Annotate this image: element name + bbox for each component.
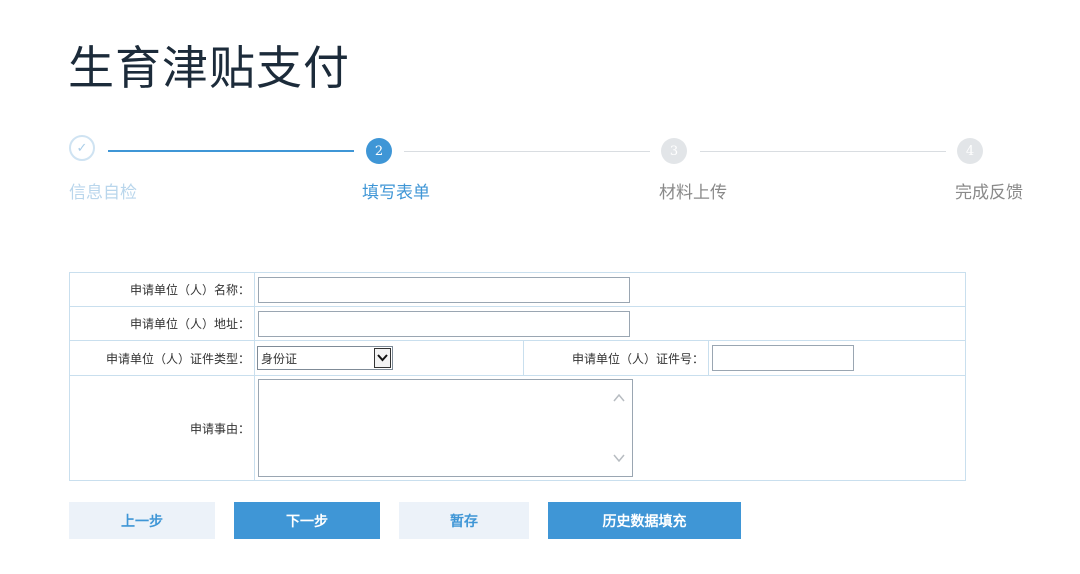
step-3-label: 材料上传	[659, 183, 727, 203]
save-draft-button[interactable]: 暂存	[399, 502, 529, 539]
form-row-reason: 申请事由：	[69, 375, 966, 481]
step-1-label: 信息自检	[69, 183, 137, 203]
name-label: 申请单位（人）名称：	[69, 272, 255, 307]
step-connector-3	[700, 151, 946, 152]
step-connector-2	[404, 151, 650, 152]
id-number-cell	[708, 340, 966, 376]
reason-label: 申请事由：	[69, 375, 255, 481]
id-type-cell: 身份证	[254, 340, 524, 376]
id-number-label: 申请单位（人）证件号：	[523, 340, 709, 376]
reason-textarea[interactable]	[258, 379, 633, 477]
form-row-id: 申请单位（人）证件类型： 身份证 申请单位（人）证件号：	[69, 340, 966, 376]
step-1-check-icon: ✓	[69, 135, 95, 161]
applicant-address-input[interactable]	[258, 310, 630, 337]
step-connector-1	[108, 150, 354, 152]
progress-steps: ✓ 2 3 4 信息自检 填写表单 材料上传 完成反馈	[0, 0, 1080, 220]
id-type-label: 申请单位（人）证件类型：	[69, 340, 255, 376]
id-type-select[interactable]: 身份证	[257, 346, 393, 370]
applicant-name-input[interactable]	[258, 276, 630, 303]
step-4-label: 完成反馈	[955, 183, 1023, 203]
chevron-down-icon[interactable]	[374, 348, 391, 368]
application-form: 申请单位（人）名称： 申请单位（人）地址： 申请单位（人）证件类型： 身份证 申…	[69, 272, 966, 481]
step-3-marker: 3	[661, 138, 687, 164]
id-number-input[interactable]	[712, 345, 854, 371]
reason-cell	[254, 375, 966, 481]
history-fill-button[interactable]: 历史数据填充	[548, 502, 741, 539]
step-2-marker: 2	[366, 138, 392, 164]
scroll-down-icon[interactable]	[613, 450, 625, 466]
next-step-button[interactable]: 下一步	[234, 502, 380, 539]
step-2-label: 填写表单	[362, 183, 430, 203]
form-row-name: 申请单位（人）名称：	[69, 272, 966, 307]
previous-step-button[interactable]: 上一步	[69, 502, 215, 539]
step-4-marker: 4	[957, 138, 983, 164]
scroll-up-icon[interactable]	[613, 390, 625, 406]
name-cell	[254, 272, 966, 307]
address-cell	[254, 306, 966, 341]
id-type-value: 身份证	[261, 351, 298, 366]
form-row-address: 申请单位（人）地址：	[69, 306, 966, 341]
address-label: 申请单位（人）地址：	[69, 306, 255, 341]
